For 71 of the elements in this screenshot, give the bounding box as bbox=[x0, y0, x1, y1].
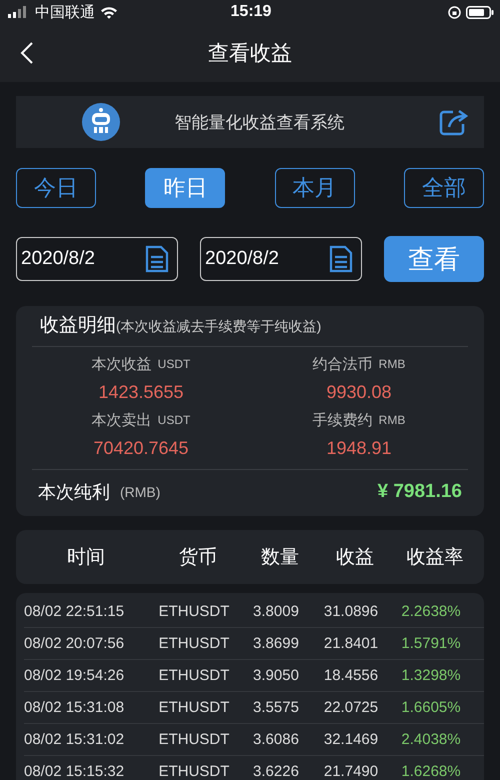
table-cell-text: 1.3298% bbox=[400, 667, 462, 684]
page-title: 查看收益 bbox=[208, 41, 292, 67]
table-cell-text: 18.4556 bbox=[322, 667, 380, 684]
metric-label: 约合法币 bbox=[312, 354, 373, 374]
metric-value: 70420.7645 bbox=[93, 437, 189, 460]
table-cell-text: 3.6086 bbox=[252, 731, 300, 748]
table-cell-text: ETHUSDT bbox=[158, 667, 230, 684]
period-tab[interactable]: 全部 bbox=[404, 168, 484, 208]
wifi-icon bbox=[100, 6, 118, 18]
metric-value: 9930.08 bbox=[326, 381, 392, 404]
table-cell-text: 3.6226 bbox=[252, 763, 300, 780]
table-cell-text: ETHUSDT bbox=[158, 731, 230, 748]
robot-icon bbox=[82, 103, 120, 141]
column-header: 收益率 bbox=[406, 546, 464, 570]
metric-label: 本次卖出 bbox=[92, 410, 152, 430]
table-cell-text: 1.6605% bbox=[400, 699, 462, 716]
period-tab[interactable]: 今日 bbox=[16, 168, 96, 208]
net-profit-value: ¥ 7981.16 bbox=[377, 481, 462, 503]
table-cell-text: ETHUSDT bbox=[158, 763, 230, 780]
metric-label: 手续费约 bbox=[312, 410, 373, 430]
metric-value: 1423.5655 bbox=[98, 381, 184, 404]
table-cell-text: 1.6268% bbox=[400, 763, 462, 780]
column-header: 数量 bbox=[260, 546, 300, 570]
table-cell-text: 08/02 19:54:26 bbox=[24, 667, 126, 684]
metric-label: 本次收益 bbox=[92, 354, 152, 374]
unit-label: USDT bbox=[158, 413, 190, 427]
table-cell-text: 31.0896 bbox=[322, 603, 380, 620]
unit-label: RMB bbox=[378, 413, 406, 427]
table-cell-text: 21.8401 bbox=[322, 635, 380, 652]
table-cell-text: 08/02 15:15:32 bbox=[24, 763, 126, 780]
table-cell-text: 3.9050 bbox=[252, 667, 300, 684]
rotation-lock-icon bbox=[448, 6, 461, 18]
table-cell-text: 08/02 15:31:02 bbox=[24, 731, 126, 748]
table-cell-text: 1.5791% bbox=[400, 635, 462, 652]
unit-label: (RMB) bbox=[120, 484, 162, 500]
table-cell-text: 3.8009 bbox=[252, 603, 300, 620]
column-header: 时间 bbox=[66, 546, 106, 570]
carrier-name: 中国联通 bbox=[35, 2, 95, 22]
table-cell-text: 22.0725 bbox=[322, 699, 380, 716]
table-cell-text: 08/02 15:31:08 bbox=[24, 699, 126, 716]
table-cell-text: 2.4038% bbox=[400, 731, 462, 748]
view-button[interactable]: 查看 bbox=[384, 236, 484, 282]
table-cell-text: ETHUSDT bbox=[158, 603, 230, 620]
period-tab[interactable]: 本月 bbox=[274, 168, 355, 208]
column-header: 收益 bbox=[335, 546, 375, 570]
table-cell-text: 3.5575 bbox=[252, 699, 300, 716]
net-profit-label: 本次纯利 bbox=[38, 481, 110, 504]
unit-label: RMB bbox=[378, 357, 406, 371]
summary-title: 收益明细 bbox=[40, 314, 116, 338]
metric-value: 1948.91 bbox=[326, 437, 392, 460]
share-icon[interactable] bbox=[439, 108, 469, 136]
table-cell-text: 21.7490 bbox=[322, 763, 380, 780]
table-cell-text: ETHUSDT bbox=[158, 699, 230, 716]
table-cell-text: 32.1469 bbox=[322, 731, 380, 748]
column-header: 货币 bbox=[178, 546, 218, 570]
table-cell-text: 3.8699 bbox=[252, 635, 300, 652]
table-cell-text: 2.2638% bbox=[400, 603, 462, 620]
unit-label: USDT bbox=[158, 357, 190, 371]
end-date-field[interactable]: 2020/8/2 bbox=[200, 237, 362, 281]
start-date-field[interactable]: 2020/8/2 bbox=[16, 237, 178, 281]
document-icon bbox=[145, 245, 169, 273]
table-cell-text: 08/02 20:07:56 bbox=[24, 635, 126, 652]
summary-note: (本次收益减去手续费等于纯收益) bbox=[116, 318, 322, 336]
document-icon bbox=[329, 245, 353, 273]
table-cell-text: 08/02 22:51:15 bbox=[24, 603, 126, 620]
banner-title: 智能量化收益查看系统 bbox=[174, 112, 346, 134]
battery-icon bbox=[466, 6, 494, 18]
period-tab[interactable]: 昨日 bbox=[145, 168, 226, 208]
clock-time: 15:19 bbox=[230, 3, 272, 21]
back-icon[interactable] bbox=[20, 41, 34, 65]
table-cell-text: ETHUSDT bbox=[158, 635, 230, 652]
